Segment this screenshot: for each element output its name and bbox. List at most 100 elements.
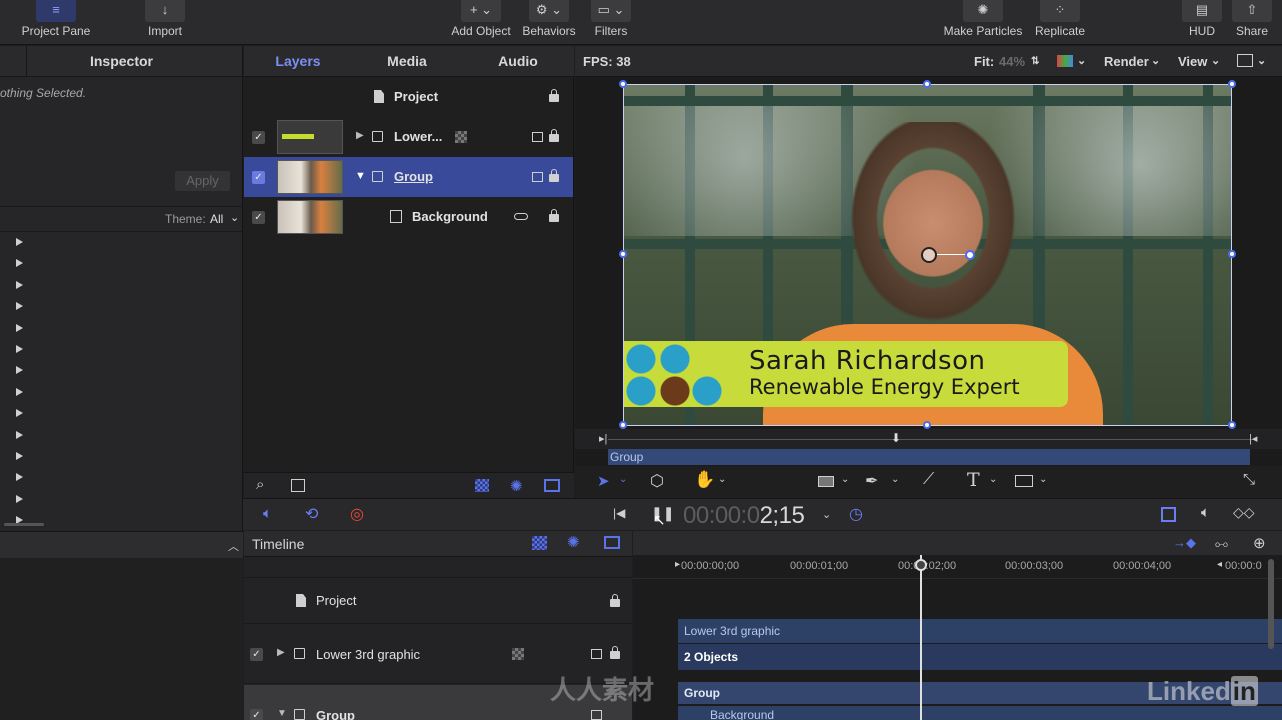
blend-icon[interactable] <box>532 172 543 182</box>
layer-visibility-checkbox[interactable]: ✓ <box>250 648 263 661</box>
selection-handle[interactable] <box>1228 250 1236 258</box>
gear-icon[interactable]: ✺ <box>567 533 580 551</box>
layer-visibility-checkbox[interactable]: ✓ <box>252 211 265 224</box>
add-object-button[interactable]: + ⌄ Add Object <box>446 0 516 45</box>
fit-zoom-value[interactable]: 44% <box>999 46 1025 77</box>
playhead-line[interactable] <box>920 555 922 720</box>
hand-tool-icon[interactable]: ✋ <box>694 470 715 490</box>
zoom-icon[interactable]: ⊕ <box>1253 534 1266 552</box>
view-menu[interactable]: View <box>1178 46 1207 77</box>
stack-icon[interactable] <box>544 479 560 492</box>
share-button[interactable]: ⇧ Share <box>1232 0 1272 45</box>
speaker-icon[interactable]: 🔈︎ <box>1201 504 1210 521</box>
blend-icon[interactable] <box>532 132 543 142</box>
layout-icon[interactable] <box>1237 54 1253 67</box>
lock-icon[interactable] <box>610 646 620 659</box>
disclosure-triangle-icon[interactable]: ▶ <box>356 130 364 141</box>
stepper-icon[interactable]: ⇅ <box>1031 46 1039 77</box>
keyframe-icon[interactable]: ◇◇ <box>1233 504 1255 521</box>
snap-icon[interactable]: ⧟ <box>1215 536 1228 552</box>
playhead-handle[interactable] <box>915 559 927 571</box>
text-tool-icon[interactable]: T <box>967 469 980 491</box>
tab-inspector[interactable]: Inspector <box>0 46 242 77</box>
layer-visibility-checkbox[interactable]: ✓ <box>252 131 265 144</box>
disclosure-triangle-icon[interactable] <box>16 345 23 353</box>
layer-visibility-checkbox[interactable]: ✓ <box>250 709 263 720</box>
checker-icon[interactable] <box>475 479 489 492</box>
mini-timeline-group-bar[interactable]: Group <box>608 449 1250 465</box>
scrollbar[interactable] <box>4 523 44 526</box>
keyframe-nav-icon[interactable]: →◆ <box>1173 535 1196 551</box>
apply-button[interactable]: Apply <box>175 171 230 191</box>
adjust-3d-icon[interactable]: ⬡ <box>650 471 664 491</box>
disclosure-triangle-icon[interactable] <box>16 452 23 460</box>
layer-row-lower-third[interactable]: ✓ ▶ Lower... <box>244 117 573 157</box>
loop-icon[interactable]: ⟲ <box>305 504 318 524</box>
hud-button[interactable]: ▤ HUD <box>1182 0 1222 45</box>
checker-icon[interactable] <box>532 536 547 550</box>
make-particles-button[interactable]: ✺ Make Particles <box>940 0 1026 45</box>
timecode-display[interactable]: 00:00:02;15 <box>683 502 805 530</box>
timeline-row-project[interactable]: Project <box>244 579 632 624</box>
select-tool-icon[interactable]: ➤ <box>597 472 610 490</box>
disclosure-triangle-icon[interactable] <box>16 259 23 268</box>
paint-stroke-icon[interactable]: ⟋ <box>923 471 934 489</box>
timeline-ruler[interactable]: ▸ 00:00:00;00 00:00:01;00 00:00:02;00 00… <box>633 555 1282 579</box>
lock-icon[interactable] <box>549 129 559 142</box>
disclosure-triangle-icon[interactable] <box>16 238 23 246</box>
mini-timeline[interactable]: ▸| ⬇ |◂ <box>575 429 1282 449</box>
tab-media[interactable]: Media <box>352 46 462 77</box>
link-icon[interactable] <box>514 213 528 220</box>
track-bar-lower-third[interactable]: Lower 3rd graphic <box>678 619 1282 643</box>
disclosure-triangle-icon[interactable] <box>16 280 23 289</box>
disclosure-triangle-icon[interactable] <box>16 473 23 482</box>
chevron-down-icon[interactable]: ⌄ <box>822 508 831 521</box>
clock-icon[interactable]: ◷ <box>849 504 863 524</box>
mask-tool-icon[interactable] <box>1015 475 1033 487</box>
gear-icon[interactable]: ✺ <box>510 477 523 495</box>
behaviors-button[interactable]: ⚙ ⌄ Behaviors <box>520 0 578 45</box>
lock-icon[interactable] <box>549 209 559 222</box>
disclosure-triangle-icon[interactable]: ▼ <box>277 708 287 719</box>
anchor-point-icon[interactable] <box>921 247 937 263</box>
track-bar-objects[interactable]: 2 Objects <box>678 644 1282 670</box>
blend-icon[interactable] <box>591 710 602 720</box>
go-to-start-icon[interactable]: |◀ <box>613 506 625 520</box>
disclosure-triangle-icon[interactable] <box>16 409 23 418</box>
rectangle-tool-icon[interactable] <box>818 476 834 487</box>
tab-layers[interactable]: Layers <box>244 46 352 77</box>
disclosure-triangle-icon[interactable]: ▶ <box>277 647 285 658</box>
import-button[interactable]: ↓ Import <box>140 0 190 45</box>
lock-icon[interactable] <box>610 594 620 607</box>
stack-icon[interactable] <box>604 536 620 549</box>
bezier-tool-icon[interactable]: ✒ <box>865 471 878 491</box>
color-channels-icon[interactable] <box>1057 55 1073 67</box>
out-point-icon[interactable]: ◂ <box>1217 559 1222 570</box>
selection-handle[interactable] <box>1228 421 1236 429</box>
layer-row-background[interactable]: ✓ Background <box>244 197 573 237</box>
in-point-icon[interactable]: ▸ <box>675 559 680 570</box>
lock-icon[interactable] <box>549 169 559 182</box>
selection-handle[interactable] <box>619 80 627 88</box>
render-menu[interactable]: Render <box>1104 46 1149 77</box>
selection-handle[interactable] <box>619 421 627 429</box>
tab-audio[interactable]: Audio <box>462 46 574 77</box>
track-bar-background[interactable]: Background <box>678 706 1282 720</box>
rotation-handle[interactable] <box>965 250 975 260</box>
film-strip-icon[interactable] <box>1161 507 1176 522</box>
record-icon[interactable]: ◎ <box>350 504 364 524</box>
project-pane-button[interactable]: ≡ Project Pane <box>18 0 94 45</box>
layer-row-project[interactable]: Project <box>244 77 573 117</box>
disclosure-triangle-icon[interactable] <box>16 302 23 311</box>
selection-handle[interactable] <box>619 250 627 258</box>
playhead-icon[interactable]: ⬇ <box>891 431 901 445</box>
filters-button[interactable]: ▭ ⌄ Filters <box>588 0 634 45</box>
scrollbar[interactable] <box>1268 559 1274 649</box>
blend-icon[interactable] <box>591 649 602 659</box>
lock-icon[interactable] <box>549 89 559 102</box>
canvas-video-frame[interactable]: Sarah Richardson Renewable Energy Expert <box>623 84 1232 426</box>
selection-handle[interactable] <box>923 421 931 429</box>
disclosure-triangle-icon[interactable] <box>16 430 23 439</box>
disclosure-triangle-icon[interactable] <box>16 494 23 503</box>
play-range-in-icon[interactable]: ▸| <box>599 432 607 445</box>
